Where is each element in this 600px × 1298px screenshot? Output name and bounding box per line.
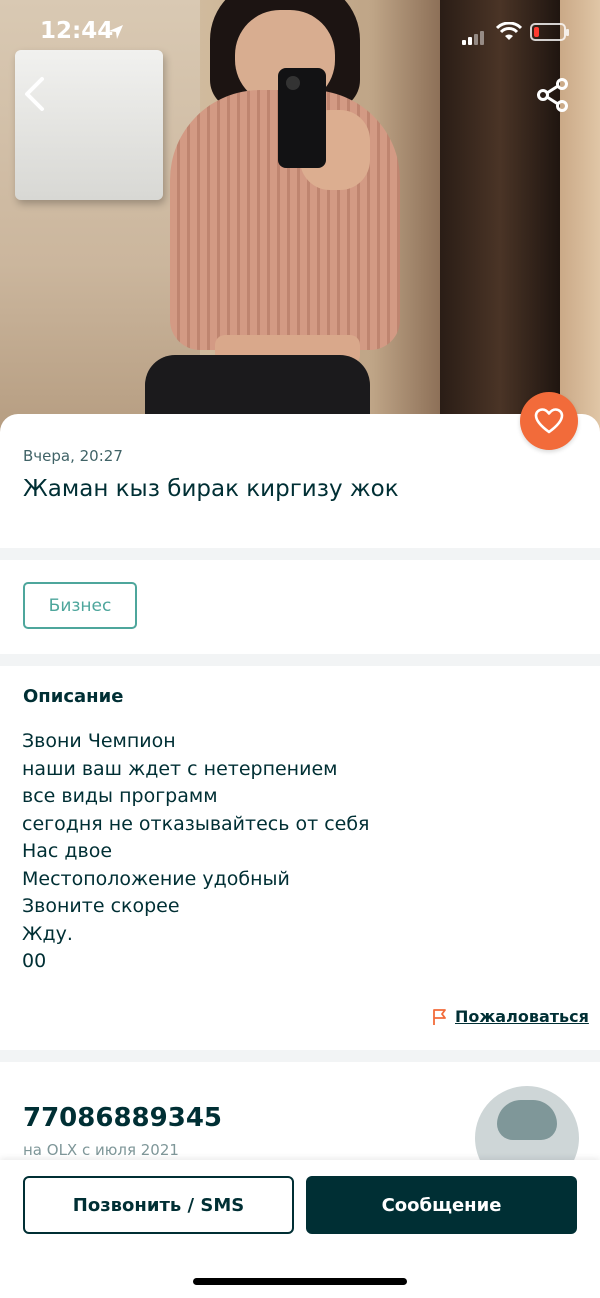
seller-since: на OLX с июля 2021 (23, 1141, 179, 1155)
photo-door (440, 0, 560, 440)
report-link[interactable]: Пожаловаться (432, 1007, 589, 1026)
description-line: Местоположение удобный (22, 867, 290, 890)
battery-icon (530, 23, 569, 41)
back-chevron-icon[interactable] (20, 75, 50, 113)
photo-dispenser (15, 50, 163, 200)
status-time: 12:44 (40, 18, 114, 44)
home-indicator[interactable] (193, 1278, 407, 1285)
description-heading: Описание (23, 686, 124, 707)
description-line: сегодня не отказывайтесь от себя (22, 812, 370, 835)
message-button[interactable]: Сообщение (306, 1176, 577, 1234)
favorite-button[interactable] (520, 392, 578, 450)
seller-phone[interactable]: 77086889345 (23, 1103, 222, 1133)
description-line: все виды программ (22, 785, 218, 807)
avatar-placeholder-icon (497, 1100, 557, 1140)
category-tag[interactable]: Бизнес (23, 582, 137, 629)
description-line: Звоните скорее (22, 895, 180, 917)
posted-date: Вчера, 20:27 (23, 447, 123, 465)
photo-doorframe (560, 0, 600, 440)
description-text: Звони Чемпион наши ваш ждет с нетерпение… (22, 728, 369, 976)
description-line: наши ваш ждет с нетерпением (22, 757, 338, 780)
heart-icon (534, 408, 564, 434)
photo-person (145, 0, 430, 440)
status-bar: 12:44 (0, 14, 600, 54)
share-icon[interactable] (536, 78, 570, 112)
report-label[interactable]: Пожаловаться (455, 1007, 589, 1026)
cellular-signal-icon (462, 26, 486, 45)
flag-icon (433, 1008, 446, 1025)
location-arrow-icon (109, 25, 123, 39)
description-line: Жду. (22, 922, 73, 945)
call-sms-button[interactable]: Позвонить / SMS (23, 1176, 294, 1234)
description-line: Нас двое (22, 840, 113, 862)
wifi-icon (496, 22, 522, 40)
description-line: 00 (22, 950, 47, 972)
listing-title: Жаман кыз бирак киргизу жок (23, 476, 399, 502)
description-line: Звони Чемпион (22, 730, 176, 752)
listing-photo[interactable] (0, 0, 600, 440)
